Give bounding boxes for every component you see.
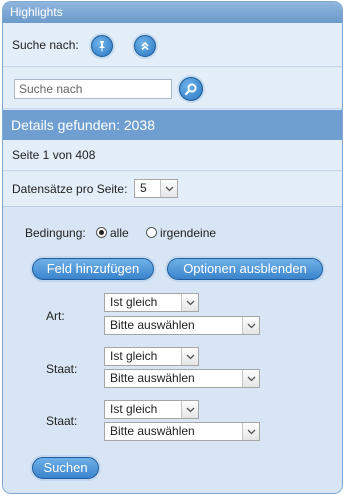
condition-all-label[interactable]: alle [110, 226, 129, 240]
condition-any-label[interactable]: irgendeine [160, 226, 216, 240]
filter-value-text: Bitte auswählen [110, 424, 195, 438]
filter-value-select[interactable]: Bitte auswählen [104, 316, 260, 335]
chevron-down-icon [181, 348, 198, 365]
records-per-page-label: Datensätze pro Seite: [12, 182, 128, 196]
filter-value-select[interactable]: Bitte auswählen [104, 422, 260, 441]
search-for-label: Suche nach: [12, 38, 79, 52]
results-count: Details gefunden: 2038 [3, 110, 342, 140]
filter-operator-value: Ist gleich [110, 295, 158, 309]
chevron-down-icon [242, 423, 259, 440]
filter-row-label: Art: [46, 309, 65, 323]
records-per-page-value: 5 [140, 181, 147, 195]
chevron-down-icon [181, 401, 198, 418]
filter-operator-value: Ist gleich [110, 349, 158, 363]
chevron-up-double-icon [141, 41, 149, 51]
filter-row-label: Staat: [46, 362, 78, 376]
pin-button[interactable] [91, 35, 113, 57]
filter-row-label: Staat: [46, 414, 78, 428]
filter-value-text: Bitte auswählen [110, 371, 195, 385]
search-button[interactable] [179, 77, 203, 101]
search-header-row: Suche nach: [3, 23, 342, 67]
filter-value-select[interactable]: Bitte auswählen [104, 369, 260, 388]
search-input[interactable] [14, 79, 172, 99]
condition-all-radio[interactable] [96, 227, 107, 238]
panel-title: Highlights [3, 2, 342, 23]
search-submit-button[interactable]: Suchen [32, 457, 99, 479]
search-input-row [3, 68, 342, 109]
highlights-panel: Highlights Suche nach: Details gefunden:… [2, 1, 343, 494]
chevron-down-icon [242, 317, 259, 334]
filter-operator-value: Ist gleich [110, 402, 158, 416]
search-icon [184, 83, 197, 96]
filter-section: Bedingung: alle irgendeine Feld hinzufüg… [3, 208, 342, 493]
collapse-button[interactable] [134, 35, 156, 57]
filter-operator-select[interactable]: Ist gleich [104, 400, 199, 419]
filter-operator-select[interactable]: Ist gleich [104, 293, 199, 312]
records-per-page-row: Datensätze pro Seite: 5 [3, 172, 342, 207]
condition-any-radio[interactable] [146, 227, 157, 238]
filter-operator-select[interactable]: Ist gleich [104, 347, 199, 366]
condition-label: Bedingung: [25, 226, 86, 240]
chevron-down-icon [160, 180, 177, 197]
add-field-button[interactable]: Feld hinzufügen [32, 258, 154, 280]
pin-icon [99, 41, 105, 52]
page-indicator: Seite 1 von 408 [3, 140, 342, 171]
hide-options-button[interactable]: Optionen ausblenden [167, 258, 323, 280]
chevron-down-icon [242, 370, 259, 387]
records-per-page-select[interactable]: 5 [134, 179, 178, 198]
chevron-down-icon [181, 294, 198, 311]
filter-value-text: Bitte auswählen [110, 318, 195, 332]
